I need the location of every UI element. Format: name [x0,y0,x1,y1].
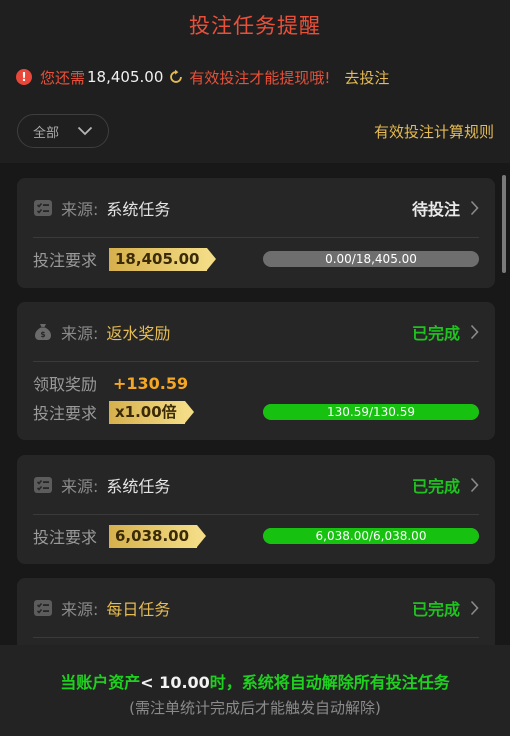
task-card-header: 来源: 系统任务 已完成 [33,455,479,515]
source-label: 来源: [61,199,99,219]
progress-bar: 130.59/130.59 [263,404,479,420]
money-bag-icon: $ [35,323,51,340]
task-list-icon [34,476,52,493]
requirement-label: 投注要求 [33,528,98,547]
footer-threshold: < 10.00 [140,673,210,692]
chevron-down-icon [77,126,93,136]
auto-release-footer: 当账户资产< 10.00时，系统将自动解除所有投注任务 (需注单统计完成后才能触… [0,645,510,736]
status-badge[interactable]: 已完成 [412,473,479,497]
task-card[interactable]: 来源: 每日任务 已完成 [17,578,495,645]
withdraw-notice: ! 您还需 18,405.00 有效投注才能提现哦! 去投注 [16,66,389,88]
status-badge[interactable]: 待投注 [412,196,479,220]
requirement-label: 投注要求 [33,404,98,423]
chevron-right-icon [470,600,479,615]
bet-requirement-row: 投注要求 6,038.00 6,038.00/6,038.00 [33,524,479,548]
filter-dropdown[interactable]: 全部 [17,114,109,148]
reward-value: +130.59 [113,373,189,393]
notice-prefix: 您还需 [40,68,86,87]
notice-message: 有效投注才能提现哦! [189,68,331,87]
reward-label: 领取奖励 [33,375,98,394]
source-label: 来源: [61,323,99,343]
bet-requirement-row: 投注要求 x1.00倍 130.59/130.59 [33,400,479,424]
bet-rules-link[interactable]: 有效投注计算规则 [374,121,494,142]
status-text: 已完成 [411,476,460,496]
bet-requirement-row: 投注要求 18,405.00 0.00/18,405.00 [33,247,479,271]
refresh-icon[interactable] [167,68,185,86]
progress-text: 0.00/18,405.00 [325,252,417,266]
requirement-value-tag: x1.00倍 [109,400,194,424]
task-card-header: $ 来源: 返水奖励 已完成 [33,302,479,362]
task-card-header: 来源: 每日任务 已完成 [33,578,479,638]
chevron-right-icon [470,200,479,215]
svg-text:$: $ [40,330,45,339]
footer-text-c: 时，系统将自动解除所有投注任务 [209,673,450,692]
task-card[interactable]: 来源: 系统任务 待投注 投注要求 18,405.00 0.00/18,405.… [17,178,495,288]
task-list-icon [34,199,52,216]
status-text: 待投注 [411,199,460,219]
filter-selected-value: 全部 [33,125,60,141]
source-value: 系统任务 [106,199,171,219]
requirement-value-tag: 18,405.00 [109,247,217,271]
auto-release-note: 当账户资产< 10.00时，系统将自动解除所有投注任务 [0,669,510,693]
footer-text-a: 当账户资产 [60,673,141,692]
requirement-value-tag: 6,038.00 [109,524,207,548]
dialog-title: 投注任务提醒 [189,14,321,38]
task-card-header: 来源: 系统任务 待投注 [33,178,479,238]
progress-bar: 0.00/18,405.00 [263,251,479,267]
progress-text: 6,038.00/6,038.00 [315,529,427,543]
status-text: 已完成 [411,599,460,619]
chevron-right-icon [470,477,479,492]
progress-text: 130.59/130.59 [326,405,416,419]
reward-row: 领取奖励 +130.59 [33,371,479,395]
source-value: 系统任务 [106,476,171,496]
task-list[interactable]: 来源: 系统任务 待投注 投注要求 18,405.00 0.00/18,405.… [0,163,510,645]
status-text: 已完成 [411,323,460,343]
status-badge[interactable]: 已完成 [412,320,479,344]
requirement-label: 投注要求 [33,251,98,270]
source-label: 来源: [61,476,99,496]
task-list-icon [34,599,52,616]
status-badge[interactable]: 已完成 [412,596,479,620]
progress-bar: 6,038.00/6,038.00 [263,528,479,544]
chevron-right-icon [470,324,479,339]
source-value: 每日任务 [106,599,171,619]
task-card[interactable]: $ 来源: 返水奖励 已完成 领取奖励 +130.59 投注要求 x1.00倍 … [17,302,495,440]
scrollbar-thumb[interactable] [502,175,506,273]
warning-icon: ! [16,69,32,85]
source-value: 返水奖励 [106,323,171,343]
go-bet-link[interactable]: 去投注 [344,67,389,88]
source-label: 来源: [61,599,99,619]
auto-release-subnote: (需注单统计完成后才能触发自动解除) [129,699,381,717]
bet-task-reminder-dialog: 投注任务提醒 ! 您还需 18,405.00 有效投注才能提现哦! 去投注 全部… [0,0,510,736]
notice-amount: 18,405.00 [87,68,164,86]
task-card[interactable]: 来源: 系统任务 已完成 投注要求 6,038.00 6,038.00/6,03… [17,455,495,564]
